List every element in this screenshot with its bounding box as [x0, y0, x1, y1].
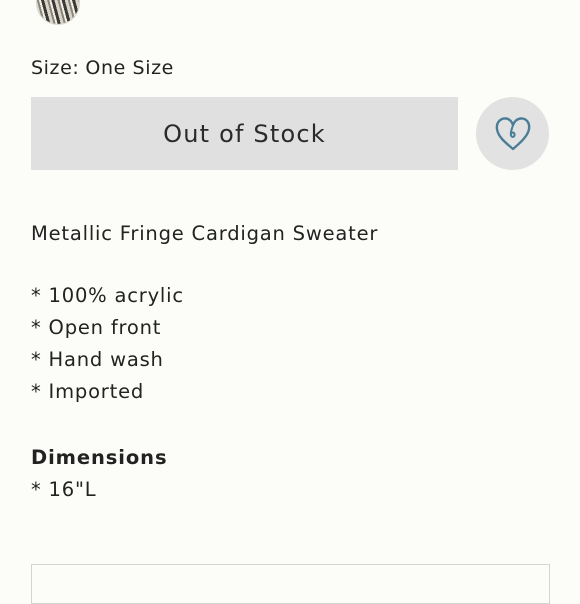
- feature-list: * 100% acrylic * Open front * Hand wash …: [31, 283, 551, 411]
- dimensions-heading: Dimensions: [31, 446, 168, 469]
- wishlist-button[interactable]: [476, 97, 549, 170]
- product-title: Metallic Fringe Cardigan Sweater: [31, 222, 379, 245]
- size-label: Size:: [31, 57, 80, 79]
- out-of-stock-button[interactable]: Out of Stock: [31, 97, 458, 170]
- size-selector: Size: One Size: [31, 57, 174, 79]
- heart-outline-icon: [493, 115, 533, 153]
- product-description: Metallic Fringe Cardigan Sweater * 100% …: [31, 220, 551, 509]
- collapsible-panel[interactable]: [31, 564, 550, 604]
- feature-item: * Imported: [31, 380, 145, 403]
- size-value: One Size: [85, 57, 174, 79]
- dimension-item: * 16"L: [31, 478, 97, 501]
- feature-item: * Hand wash: [31, 348, 164, 371]
- feature-item: * Open front: [31, 316, 162, 339]
- color-swatch[interactable]: [37, 0, 79, 24]
- feature-item: * 100% acrylic: [31, 284, 184, 307]
